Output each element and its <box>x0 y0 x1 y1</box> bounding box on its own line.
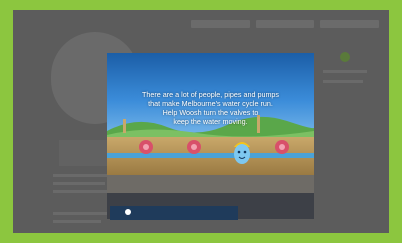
background-text-line <box>53 220 101 223</box>
game-intro-modal[interactable]: There are a lot of people, pipes and pum… <box>107 53 314 219</box>
side-text-line <box>323 70 367 73</box>
nav-item[interactable] <box>191 20 250 28</box>
game-screen: There are a lot of people, pipes and pum… <box>13 10 389 233</box>
woosh-character-icon <box>234 142 250 164</box>
valve-icon[interactable] <box>273 139 291 155</box>
top-navigation <box>191 20 380 30</box>
background-text-line <box>53 174 111 177</box>
background-text-line <box>53 182 105 185</box>
nav-item[interactable] <box>255 20 315 28</box>
intro-message: There are a lot of people, pipes and pum… <box>113 90 308 126</box>
logo-artwork <box>55 70 60 83</box>
intro-line: There are a lot of people, pipes and pum… <box>141 90 280 99</box>
valve-icon[interactable] <box>137 139 155 155</box>
valve-icon[interactable] <box>185 139 203 155</box>
background-text-line <box>53 190 109 193</box>
background-text-line <box>53 212 107 215</box>
intro-line: keep the water moving. <box>173 117 248 126</box>
nav-item[interactable] <box>320 20 380 28</box>
intro-line: Help Woosh turn the valves to <box>162 108 259 117</box>
side-text-line <box>323 80 363 83</box>
side-badge-icon <box>340 52 350 62</box>
underground-layer <box>107 175 314 193</box>
progress-dot-icon[interactable] <box>125 209 131 215</box>
intro-line: that make Melbourne's water cycle run. <box>148 99 273 108</box>
